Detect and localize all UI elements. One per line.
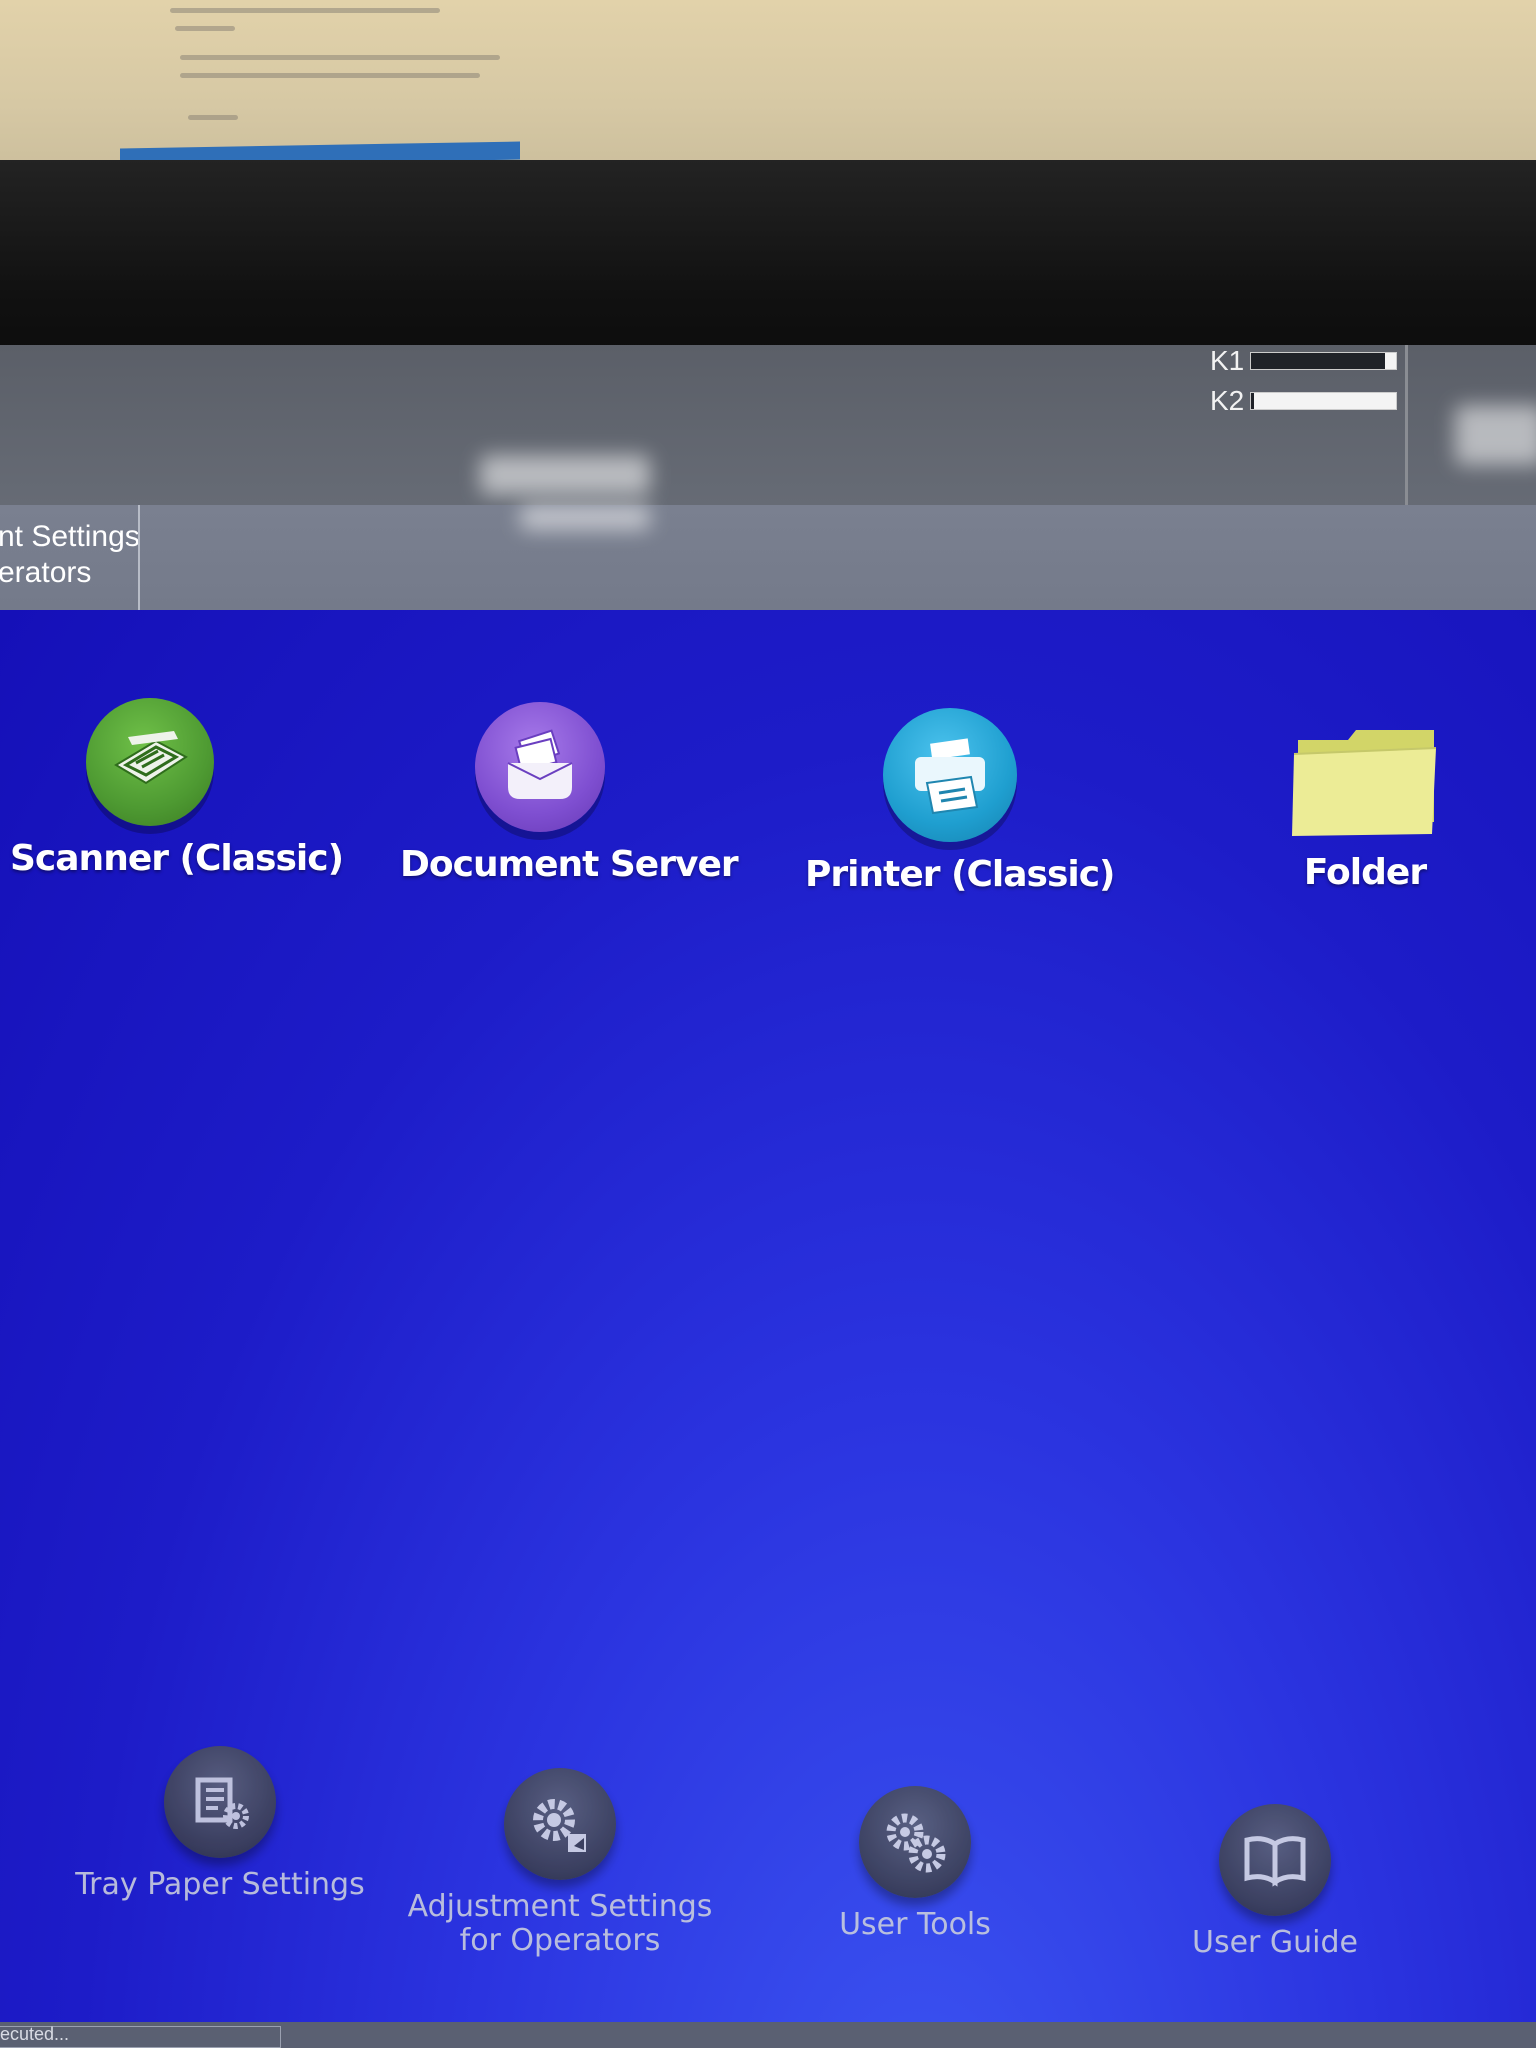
tool-label: User Guide (1191, 1925, 1358, 1960)
app-label: Document Server (400, 844, 739, 885)
background-paper (0, 0, 1536, 175)
tool-user-tools[interactable]: User Tools (790, 1786, 1040, 1942)
tool-user-guide[interactable]: User Guide (1150, 1804, 1400, 1960)
tool-label: Adjustment Settings for Operators (407, 1889, 713, 1958)
tab-bar: nt Settings erators (0, 505, 1536, 610)
gears-icon (859, 1786, 971, 1898)
toner-k1: K1 (1210, 345, 1398, 377)
paper-text-line (188, 115, 238, 120)
printer-icon (883, 708, 1017, 842)
paper-text-line (170, 8, 440, 13)
app-scanner[interactable]: Scanner (Classic) (10, 698, 344, 879)
tool-tray-paper-settings[interactable]: Tray Paper Settings (60, 1746, 380, 1902)
tool-label: User Tools (839, 1907, 991, 1942)
tab-label-line1: nt Settings (0, 520, 140, 553)
screen-glare (520, 505, 650, 530)
toner-label: K1 (1210, 345, 1245, 376)
toner-level-bar (1250, 352, 1398, 370)
home-screen: Scanner (Classic) Document Server Printe… (0, 610, 1536, 2048)
header-separator (1405, 345, 1408, 505)
paper-text-line (175, 26, 235, 31)
app-label: Folder (1303, 852, 1427, 893)
app-label: Printer (Classic) (805, 854, 1116, 895)
toner-level-fill (1254, 393, 1397, 409)
adjustment-settings-icon (504, 1768, 616, 1880)
toner-level-bar (1250, 392, 1398, 410)
tab-label-line2: erators (0, 556, 92, 589)
toner-k2: K2 (1210, 385, 1398, 417)
app-label: Scanner (Classic) (10, 838, 344, 879)
tab-adjustment-settings[interactable]: nt Settings erators (0, 505, 140, 610)
status-message: ecuted... (0, 2024, 70, 2044)
screen-glare (480, 455, 650, 495)
book-icon (1219, 1804, 1331, 1916)
device-bezel (0, 160, 1536, 350)
status-header: K1 K2 (0, 345, 1536, 505)
paper-text-line (180, 55, 500, 60)
status-strip: ecuted... (0, 2022, 1536, 2048)
folder-icon (1290, 722, 1440, 840)
document-server-icon (475, 702, 605, 832)
tool-label: Tray Paper Settings (75, 1867, 365, 1902)
toner-level-fill (1384, 353, 1397, 369)
paper-text-line (180, 73, 480, 78)
scanner-icon (86, 698, 214, 826)
tool-adjustment-settings[interactable]: Adjustment Settings for Operators (395, 1768, 725, 1958)
app-document-server[interactable]: Document Server (400, 702, 739, 885)
app-printer[interactable]: Printer (Classic) (805, 708, 1116, 895)
app-folder[interactable]: Folder (1225, 722, 1505, 893)
screen-glare (1455, 405, 1536, 465)
toner-label: K2 (1210, 385, 1245, 416)
tray-settings-icon (164, 1746, 276, 1858)
